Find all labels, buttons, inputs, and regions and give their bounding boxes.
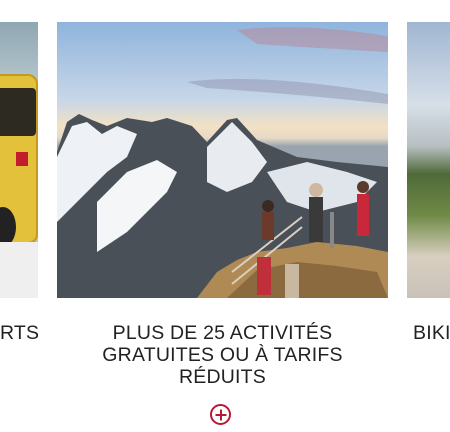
hiker-head [357,181,369,193]
telescope-post [330,212,334,248]
card-caption-center[interactable]: PLUS DE 25 ACTIVITÉS GRATUITES OU À TARI… [57,322,388,388]
road [0,242,38,298]
plus-circle-icon[interactable] [210,404,231,425]
hiker-head [309,183,323,197]
hiker [257,257,271,295]
mountain-summit-image [57,22,388,298]
carousel-card-center[interactable] [57,22,388,298]
cloud [237,27,388,52]
activities-carousel: RTS PLUS DE 25 ACTIVITÉS GRATUITES OU À … [0,0,450,432]
hiker [309,197,323,242]
carousel-card-left[interactable] [0,22,38,298]
mountain-illustration [57,27,388,298]
bus-image [0,22,38,298]
card-caption-left[interactable]: RTS [0,322,38,344]
hiker [357,194,369,236]
card-caption-right[interactable]: BIKI [413,322,450,344]
landscape-image [407,22,450,298]
hiker [262,212,274,240]
bus-sign [16,152,28,166]
hiker-head [262,200,274,212]
cloud [187,78,388,104]
hiker [285,264,299,298]
bus-window [0,88,36,136]
carousel-card-right[interactable] [407,22,450,298]
